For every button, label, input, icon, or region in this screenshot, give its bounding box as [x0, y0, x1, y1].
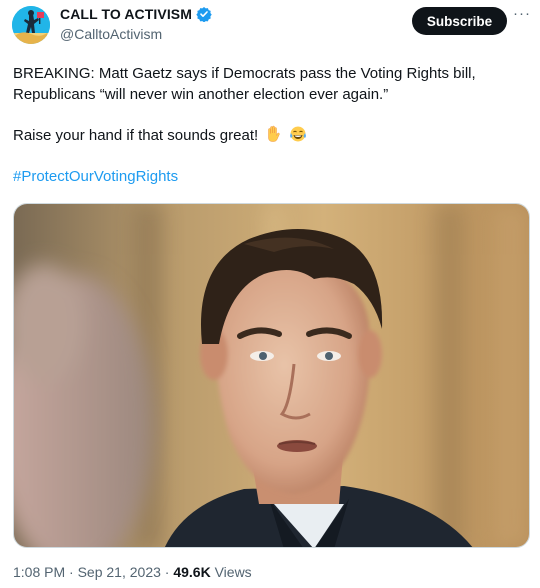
subscribe-button[interactable]: Subscribe	[412, 7, 507, 35]
tweet-line-1: BREAKING: Matt Gaetz says if Democrats p…	[13, 65, 476, 82]
author-name-row[interactable]: CALL TO ACTIVISM	[60, 6, 212, 23]
more-options-icon[interactable]: ···	[512, 6, 532, 28]
tweet-metadata: 1:08 PM · Sep 21, 2023 · 49.6K Views	[13, 564, 252, 580]
tweet-line-3-row: Raise your hand if that sounds great!	[13, 125, 528, 146]
tweet-text: BREAKING: Matt Gaetz says if Democrats p…	[13, 63, 528, 187]
meta-separator: ·	[65, 564, 78, 580]
tweet-photo[interactable]	[13, 203, 530, 548]
activist-silhouette-avatar-icon	[12, 6, 50, 44]
tweet-date[interactable]: Sep 21, 2023	[78, 564, 161, 580]
tweet-time[interactable]: 1:08 PM	[13, 564, 65, 580]
views-count[interactable]: 49.6K	[173, 564, 210, 580]
hashtag-link[interactable]: #ProtectOurVotingRights	[13, 168, 178, 185]
tweet-card: CALL TO ACTIVISM @CalltoActivism Subscri…	[0, 0, 540, 588]
verified-badge-icon[interactable]	[196, 6, 212, 23]
author-name[interactable]: CALL TO ACTIVISM	[60, 6, 192, 22]
author-avatar[interactable]	[12, 6, 50, 44]
views-label: Views	[210, 564, 252, 580]
meta-separator-2: ·	[160, 564, 174, 580]
man-portrait-photo	[14, 204, 529, 547]
tears-of-joy-emoji-icon	[289, 125, 307, 143]
author-handle[interactable]: @CalltoActivism	[60, 26, 162, 42]
tweet-line-3: Raise your hand if that sounds great!	[13, 127, 259, 144]
tweet-line-2: Republicans “will never win another elec…	[13, 86, 389, 103]
raised-hand-emoji-icon	[264, 125, 282, 143]
